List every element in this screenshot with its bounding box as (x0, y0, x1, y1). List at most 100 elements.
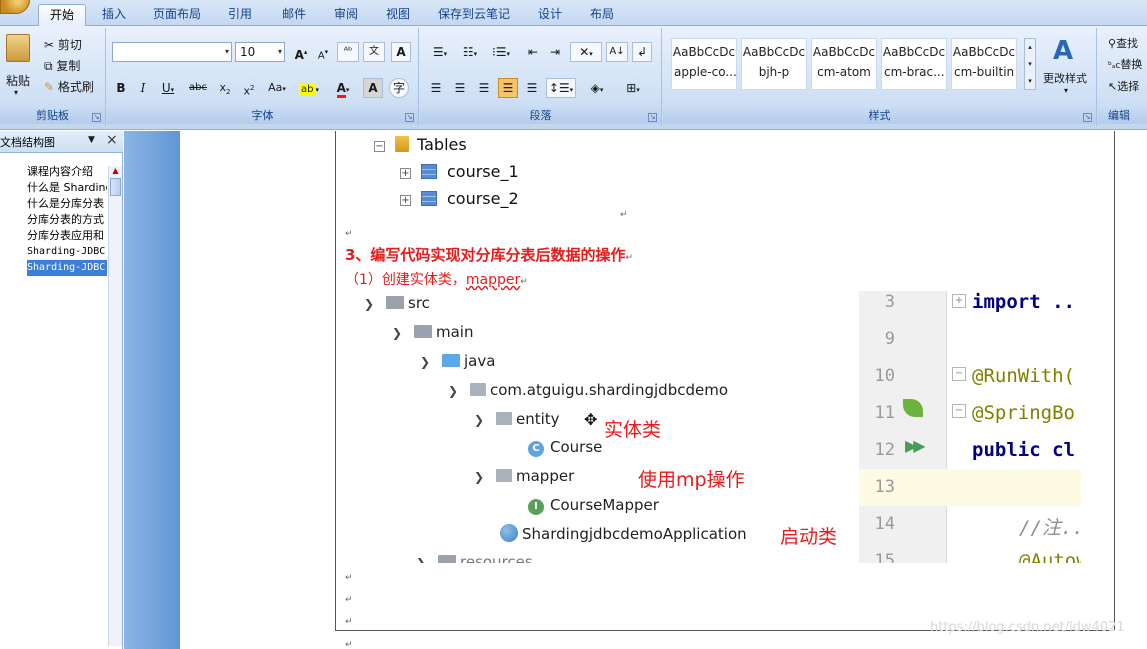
chinese-layout-icon[interactable]: ✕▾ (570, 42, 602, 62)
tab-insert[interactable]: 插入 (96, 4, 132, 26)
format-painter-button[interactable]: ✎ 格式刷 (44, 78, 94, 95)
code-editor-snippet: 3 9 10 11 12 13 14 15 + − − ▶▶ import ..… (859, 291, 1081, 563)
align-left-icon[interactable]: ☰ (426, 78, 446, 98)
italic-icon[interactable]: I (134, 78, 152, 98)
borders-icon[interactable]: ⊞▾ (616, 78, 650, 98)
chevron-down-icon[interactable]: ▾ (1064, 86, 1068, 95)
font-launcher-icon[interactable]: ↘ (405, 113, 414, 122)
tab-design[interactable]: 设计 (532, 4, 568, 26)
highlight-icon[interactable]: ab ▾ (295, 78, 323, 98)
font-size-combo[interactable]: 10 ▾ (235, 42, 285, 62)
show-marks-icon[interactable]: ↲ (632, 42, 652, 62)
character-border-icon[interactable]: A (391, 42, 411, 62)
shading-icon[interactable]: ◈▾ (580, 78, 614, 98)
fold-collapse-icon: − (952, 367, 966, 381)
tree-node-resources: ❯ resources (416, 553, 533, 563)
tab-save-cloud-notes[interactable]: 保存到云笔记 (432, 4, 516, 26)
tab-layout[interactable]: 布局 (584, 4, 620, 26)
multilevel-list-icon[interactable]: ⁝☰▾ (486, 42, 516, 62)
paste-icon[interactable] (6, 34, 30, 62)
tab-mailings[interactable]: 邮件 (276, 4, 312, 26)
font-name-combo[interactable]: ▾ (112, 42, 232, 62)
increase-indent-icon[interactable]: ⇥ (546, 42, 564, 62)
bold-icon[interactable]: B (112, 78, 130, 98)
copy-button[interactable]: ⧉ 复制 (44, 57, 80, 74)
scroll-thumb[interactable] (110, 178, 121, 196)
sort-icon[interactable]: A↓ (606, 42, 628, 62)
font-color-icon[interactable]: A▾ (329, 78, 357, 98)
fold-collapse-icon: − (952, 404, 966, 418)
strikethrough-icon[interactable]: abc (185, 78, 211, 98)
styles-gallery-scroll[interactable]: ▴ ▾ ▾ (1024, 38, 1036, 90)
find-button[interactable]: ⚲查找 (1108, 35, 1138, 51)
close-icon[interactable]: × (106, 132, 118, 148)
numbering-icon[interactable]: ☷▾ (456, 42, 484, 62)
replace-button[interactable]: ᵇₐc替换 (1108, 56, 1142, 72)
change-case-icon[interactable]: Aa▾ (263, 78, 291, 98)
tree-label: Course (550, 438, 603, 456)
section-heading-text: 3、编写代码实现对分库分表后数据的操作 (345, 246, 626, 264)
cut-button[interactable]: ✂ 剪切 (44, 36, 82, 53)
folder-icon (414, 325, 432, 338)
change-styles-label[interactable]: 更改样式 (1043, 70, 1087, 86)
tab-view[interactable]: 视图 (380, 4, 416, 26)
line-number: 3 (884, 292, 895, 312)
line-spacing-icon[interactable]: ↕☰▾ (546, 78, 576, 98)
line-number: 14 (874, 514, 895, 534)
grow-font-icon[interactable]: A▴ (291, 42, 311, 62)
annotation-entity: 实体类 (604, 419, 662, 441)
editing-group-label: 编辑 (1098, 108, 1147, 124)
phonetic-guide-icon[interactable]: 文 (363, 42, 385, 62)
change-styles-icon[interactable]: A (1053, 36, 1073, 66)
paste-label[interactable]: 粘贴 (6, 72, 30, 89)
style-bjh-p[interactable]: AaBbCcDc bjh-p (741, 38, 807, 90)
font-size-value: 10 (240, 45, 256, 59)
nav-item-sharding-jdbc-selected[interactable]: Sharding-JDBC (27, 260, 107, 276)
chevron-down-icon[interactable]: ▼ (88, 135, 95, 145)
superscript-icon[interactable]: x2 (239, 78, 259, 98)
clear-formatting-icon[interactable]: ᴬᵇ (337, 42, 359, 62)
chevron-down-icon: ❯ (420, 355, 431, 369)
tree-node-course-mapper: I CourseMapper (528, 496, 659, 518)
select-button[interactable]: ↖选择 (1108, 78, 1139, 94)
bullets-icon[interactable]: ☰▾ (426, 42, 454, 62)
tab-review[interactable]: 审阅 (328, 4, 364, 26)
tree-label: resources (460, 553, 533, 563)
paste-dropdown-icon[interactable]: ▾ (14, 88, 18, 97)
code-line: public cl (972, 439, 1075, 461)
distributed-icon[interactable]: ☰ (522, 78, 542, 98)
nav-item-intro[interactable]: 课程内容介绍 (27, 164, 107, 180)
tab-references[interactable]: 引用 (222, 4, 258, 26)
scroll-up-icon[interactable]: ▲ (109, 166, 122, 178)
styles-launcher-icon[interactable]: ↘ (1083, 113, 1092, 122)
tab-page-layout[interactable]: 页面布局 (148, 4, 206, 26)
character-shading-icon[interactable]: A (363, 78, 383, 98)
style-cm-builtin[interactable]: AaBbCcDc cm-builtin (951, 38, 1017, 90)
nav-item-split-applications[interactable]: 分库分表应用和 (27, 228, 107, 244)
align-center-icon[interactable]: ☰ (450, 78, 470, 98)
clipboard-group: 粘贴 ▾ ✂ 剪切 ⧉ 复制 ✎ 格式刷 剪贴板 ↘ (0, 28, 106, 126)
nav-item-what-is-split[interactable]: 什么是分库分表 (27, 196, 107, 212)
decrease-indent-icon[interactable]: ⇤ (524, 42, 542, 62)
tab-home[interactable]: 开始 (38, 4, 86, 26)
shrink-font-icon[interactable]: A▾ (313, 42, 333, 62)
fold-expand-icon: + (952, 294, 966, 308)
nav-scrollbar[interactable]: ▲ (108, 166, 122, 646)
office-button[interactable] (0, 0, 30, 14)
nav-item-split-methods[interactable]: 分库分表的方式 (27, 212, 107, 228)
underline-icon[interactable]: U▾ (156, 78, 180, 98)
nav-item-what-is-sharding[interactable]: 什么是 Sharding (27, 180, 107, 196)
enclose-characters-icon[interactable]: 字 (389, 78, 409, 98)
style-apple-co[interactable]: AaBbCcDc apple-co... (671, 38, 737, 90)
align-right-icon[interactable]: ☰ (474, 78, 494, 98)
binoculars-icon: ⚲ (1108, 37, 1117, 50)
paragraph-launcher-icon[interactable]: ↘ (648, 113, 657, 122)
nav-item-sharding-jdbc[interactable]: Sharding-JDBC (27, 244, 107, 260)
style-cm-bracket[interactable]: AaBbCcDc cm-brac... (881, 38, 947, 90)
folder-icon (395, 136, 409, 152)
style-cm-atom[interactable]: AaBbCcDc cm-atom (811, 38, 877, 90)
clipboard-launcher-icon[interactable]: ↘ (92, 113, 101, 122)
tree-label: com.atguigu.shardingjdbcdemo (490, 381, 729, 399)
justify-icon[interactable]: ☰ (498, 78, 518, 98)
subscript-icon[interactable]: x2 (215, 78, 235, 98)
